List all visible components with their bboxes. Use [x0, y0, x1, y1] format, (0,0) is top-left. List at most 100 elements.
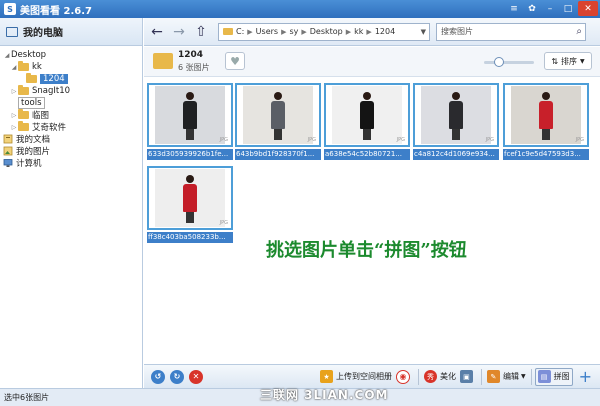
thumbnail-filename[interactable]: 633d305939926b1fe...: [147, 149, 233, 160]
computer-icon: [3, 159, 13, 167]
thumbnail-frame[interactable]: JPG: [235, 83, 321, 147]
chevron-down-icon: ▼: [580, 57, 585, 65]
rotate-left-icon[interactable]: ↺: [151, 369, 165, 384]
thumbnail-filename[interactable]: ff38c403ba508233b...: [147, 232, 233, 243]
slideshow-button[interactable]: ▣: [458, 368, 478, 386]
thumbnail-item[interactable]: JPG 643b9bd1f928370f1...: [235, 83, 321, 161]
tree-item-desktop[interactable]: ◢ Desktop: [0, 49, 142, 61]
pictures-icon: [3, 146, 13, 156]
app-logo-icon: S: [4, 3, 16, 15]
thumbnail-filename[interactable]: 643b9bd1f928370f1...: [235, 149, 321, 160]
thumbnail-frame[interactable]: JPG: [324, 83, 410, 147]
thumbnail-item[interactable]: JPG a638e54c52b80721...: [324, 83, 410, 161]
sort-button[interactable]: ⇅ 排序 ▼: [544, 52, 592, 70]
tree-item-lintu[interactable]: ▷ 临图: [0, 109, 142, 121]
rotate-right-icon[interactable]: ↻: [170, 369, 184, 384]
image-count: 6 张图片: [178, 63, 210, 72]
tree-item-label: Desktop: [11, 50, 47, 60]
weibo-icon: ◉: [395, 369, 410, 384]
thumbnail-item[interactable]: JPG 633d305939926b1fe...: [147, 83, 233, 161]
thumbnail-grid: JPG 633d305939926b1fe... JPG 643b9bd1f92…: [144, 78, 600, 364]
chevron-down-icon: ▼: [520, 373, 526, 380]
thumbnail-photo: [155, 169, 225, 227]
thumbnail-filename[interactable]: a638e54c52b80721...: [324, 149, 410, 160]
edit-button[interactable]: ✎ 编辑 ▼: [485, 368, 528, 386]
edit-label: 编辑: [502, 372, 519, 381]
thumbnail-frame[interactable]: JPG: [147, 83, 233, 147]
favorite-heart-button[interactable]: ♥: [225, 52, 245, 70]
selection-status: 选中6张图片: [4, 393, 50, 402]
thumbnail-item[interactable]: JPG fcef1c9e5d47593d3...: [503, 83, 589, 161]
upload-label: 上传到空间相册: [335, 372, 392, 381]
path-segment[interactable]: kk: [354, 27, 363, 36]
folder-icon: [18, 85, 29, 95]
tree-item-snagit10[interactable]: ▷ SnagIt10: [0, 85, 142, 97]
tree-item-label: tools: [18, 97, 45, 109]
thumbnail-frame[interactable]: JPG: [147, 166, 233, 230]
puzzle-button[interactable]: ▤ 拼图: [534, 367, 573, 386]
tree-item-computer[interactable]: 计算机: [0, 157, 142, 169]
maximize-icon[interactable]: □: [560, 1, 576, 16]
expand-arrow-icon[interactable]: ▷: [10, 124, 18, 131]
window-title: 美图看看 2.6.7: [20, 5, 92, 17]
folder-tree: ◢ Desktop ◢ kk 1204 ▷ SnagIt10 tools ▷ 临…: [0, 46, 142, 169]
sort-label: 排序: [561, 56, 578, 66]
address-bar[interactable]: C: ▶ Users ▶ sy ▶ Desktop ▶ kk ▶ 1204 ▼: [218, 22, 430, 41]
tree-item-label: 艾奇软件: [32, 123, 67, 133]
delete-icon[interactable]: ✕: [189, 369, 203, 384]
thumbnail-photo: [511, 86, 581, 144]
tree-item-label: 计算机: [16, 159, 42, 169]
tree-item-kk[interactable]: ◢ kk: [0, 61, 142, 73]
upload-album-button[interactable]: ★ 上传到空间相册: [318, 368, 394, 386]
tree-item-label: SnagIt10: [32, 86, 71, 96]
search-input[interactable]: 搜索图片 ⌕: [436, 22, 586, 41]
expand-arrow-icon[interactable]: ▷: [10, 88, 18, 95]
sort-icon: ⇅: [551, 56, 559, 66]
menu-icon[interactable]: ≡: [506, 1, 522, 16]
thumbnail-photo: [155, 86, 225, 144]
tree-item-tools[interactable]: tools: [0, 97, 142, 109]
thumbnail-frame[interactable]: JPG: [503, 83, 589, 147]
weibo-share-button[interactable]: ◉: [394, 368, 415, 386]
sidebar: 我的电脑 ◢ Desktop ◢ kk 1204 ▷ SnagIt10 tool…: [0, 18, 143, 388]
forward-arrow-icon[interactable]: →: [170, 23, 188, 41]
close-icon[interactable]: ✕: [578, 1, 598, 16]
thumbnail-frame[interactable]: JPG: [413, 83, 499, 147]
thumbnail-item[interactable]: JPG ff38c403ba508233b...: [147, 166, 233, 244]
search-placeholder: 搜索图片: [441, 27, 473, 36]
path-segment[interactable]: Desktop: [310, 27, 343, 36]
thumbnail-photo: [332, 86, 402, 144]
path-segment[interactable]: C:: [236, 27, 244, 36]
person-figure: [449, 92, 463, 140]
up-folder-icon[interactable]: ⇧: [192, 23, 210, 41]
collapse-arrow-icon[interactable]: ◢: [10, 64, 18, 71]
collapse-arrow-icon[interactable]: ◢: [3, 52, 11, 59]
expand-arrow-icon[interactable]: ▷: [10, 112, 18, 119]
path-segment[interactable]: Users: [256, 27, 278, 36]
zoom-slider[interactable]: [484, 57, 534, 67]
thumbnail-filename[interactable]: fcef1c9e5d47593d3...: [503, 149, 589, 160]
instruction-caption: 挑选图片单击“拼图”按钮: [266, 240, 467, 261]
thumbnail-filename[interactable]: c4a812c4d1069e934...: [413, 149, 499, 160]
puzzle-icon: ▤: [537, 370, 551, 383]
search-icon[interactable]: ⌕: [576, 26, 582, 37]
tree-item-pictures[interactable]: 我的图片: [0, 145, 142, 157]
thumbnail-item[interactable]: JPG c4a812c4d1069e934...: [413, 83, 499, 161]
minimize-icon[interactable]: –: [542, 1, 558, 16]
add-button[interactable]: +: [577, 367, 594, 386]
tree-item-aiqi[interactable]: ▷ 艾奇软件: [0, 121, 142, 133]
back-arrow-icon[interactable]: ←: [148, 23, 166, 41]
beautify-label: 美化: [439, 372, 456, 381]
sidebar-header[interactable]: 我的电脑: [0, 18, 142, 46]
person-figure: [183, 92, 197, 140]
tree-item-documents[interactable]: 我的文档: [0, 133, 142, 145]
tree-item-1204[interactable]: 1204: [0, 73, 142, 85]
path-segment[interactable]: 1204: [375, 27, 395, 36]
tree-item-label: 我的文档: [16, 135, 51, 145]
skin-icon[interactable]: ✿: [524, 1, 540, 16]
chevron-down-icon[interactable]: ▼: [421, 28, 426, 36]
beautify-button[interactable]: 秀 美化: [422, 368, 458, 386]
zoom-slider-handle[interactable]: [494, 57, 504, 67]
jpg-badge-icon: JPG: [219, 137, 228, 143]
path-segment[interactable]: sy: [289, 27, 298, 36]
